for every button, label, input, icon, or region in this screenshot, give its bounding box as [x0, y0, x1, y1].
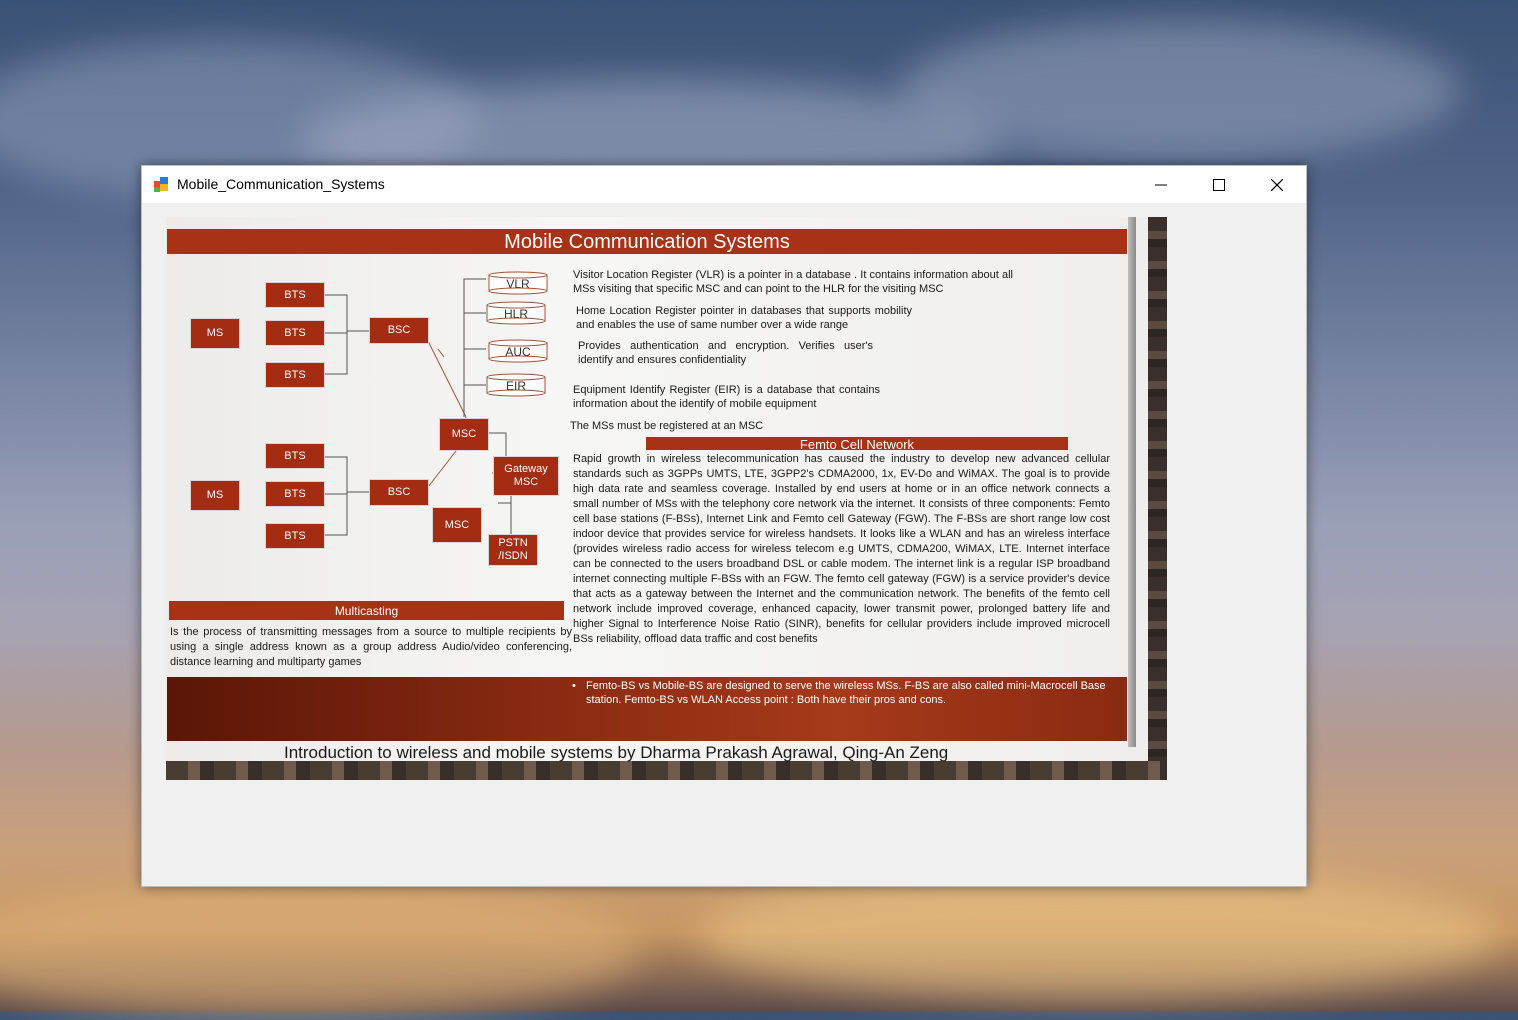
app-icon [154, 177, 168, 192]
database-label: AUC [505, 345, 531, 359]
slide-footer: Introduction to wireless and mobile syst… [284, 743, 949, 762]
database-auc: AUC [488, 339, 548, 363]
multicasting-body: Is the process of transmitting messages … [170, 626, 572, 668]
database-label: VLR [506, 277, 530, 291]
close-icon [1271, 178, 1283, 191]
bts-box: BTS [265, 320, 325, 346]
msc-box-second: MSC [432, 507, 482, 543]
msc-registration-note: The MSs must be registered at an MSC [570, 420, 764, 432]
eir-description: Equipment Identify Register (EIR) is a d… [573, 384, 880, 410]
msc-box-main: MSC [439, 418, 489, 451]
femto-heading: Femto Cell Network [646, 437, 1068, 452]
minimize-button[interactable] [1132, 166, 1190, 203]
gateway-msc-box: Gateway MSC [493, 456, 559, 496]
maximize-button[interactable] [1190, 166, 1248, 203]
bullet-icon: • [572, 680, 576, 692]
minimize-icon [1155, 184, 1167, 185]
bts-box: BTS [265, 523, 325, 549]
maximize-icon [1213, 178, 1225, 191]
slide-border-bottom [166, 761, 1167, 780]
database-label: EIR [505, 379, 526, 393]
bts-box: BTS [265, 481, 325, 507]
database-eir: EIR [486, 373, 546, 397]
femto-bullet: • Femto-BS vs Mobile-BS are designed to … [572, 679, 1116, 707]
background-cloud [0, 880, 640, 1020]
app-window: Mobile_Communication_Systems Mobile Comm… [141, 165, 1307, 887]
background-cloud [900, 20, 1460, 160]
femto-body: Rapid growth in wireless telecommunicati… [573, 453, 1110, 645]
femto-bullet-text: Femto-BS vs Mobile-BS are designed to se… [586, 680, 1106, 706]
bts-box: BTS [265, 443, 325, 469]
bsc-box-top: BSC [369, 317, 429, 344]
window-title: Mobile_Communication_Systems [177, 176, 385, 192]
background-cloud [700, 870, 1500, 1000]
title-bar[interactable]: Mobile_Communication_Systems [142, 166, 1306, 203]
vlr-description: Visitor Location Register (VLR) is a poi… [573, 269, 1013, 295]
database-hlr: HLR [486, 301, 546, 325]
bts-box: BTS [265, 362, 325, 388]
database-label: HLR [503, 307, 528, 321]
pstn-box: PSTN /ISDN [488, 534, 538, 566]
bts-box: BTS [265, 282, 325, 308]
ms-box-top: MS [190, 318, 240, 349]
hlr-description: Home Location Register pointer in databa… [576, 305, 912, 331]
multicasting-heading: Multicasting [169, 601, 564, 620]
slide-shadow [1128, 217, 1136, 747]
bsc-box-bottom: BSC [369, 479, 429, 506]
slide-picture: Mobile Communication Systems MS MS BTS B… [166, 217, 1167, 780]
database-vlr: VLR [488, 271, 548, 295]
close-button[interactable] [1248, 166, 1306, 203]
slide-border-right [1148, 217, 1167, 780]
auc-description: Provides authentication and encryption. … [578, 340, 873, 366]
ms-box-bottom: MS [190, 480, 240, 511]
